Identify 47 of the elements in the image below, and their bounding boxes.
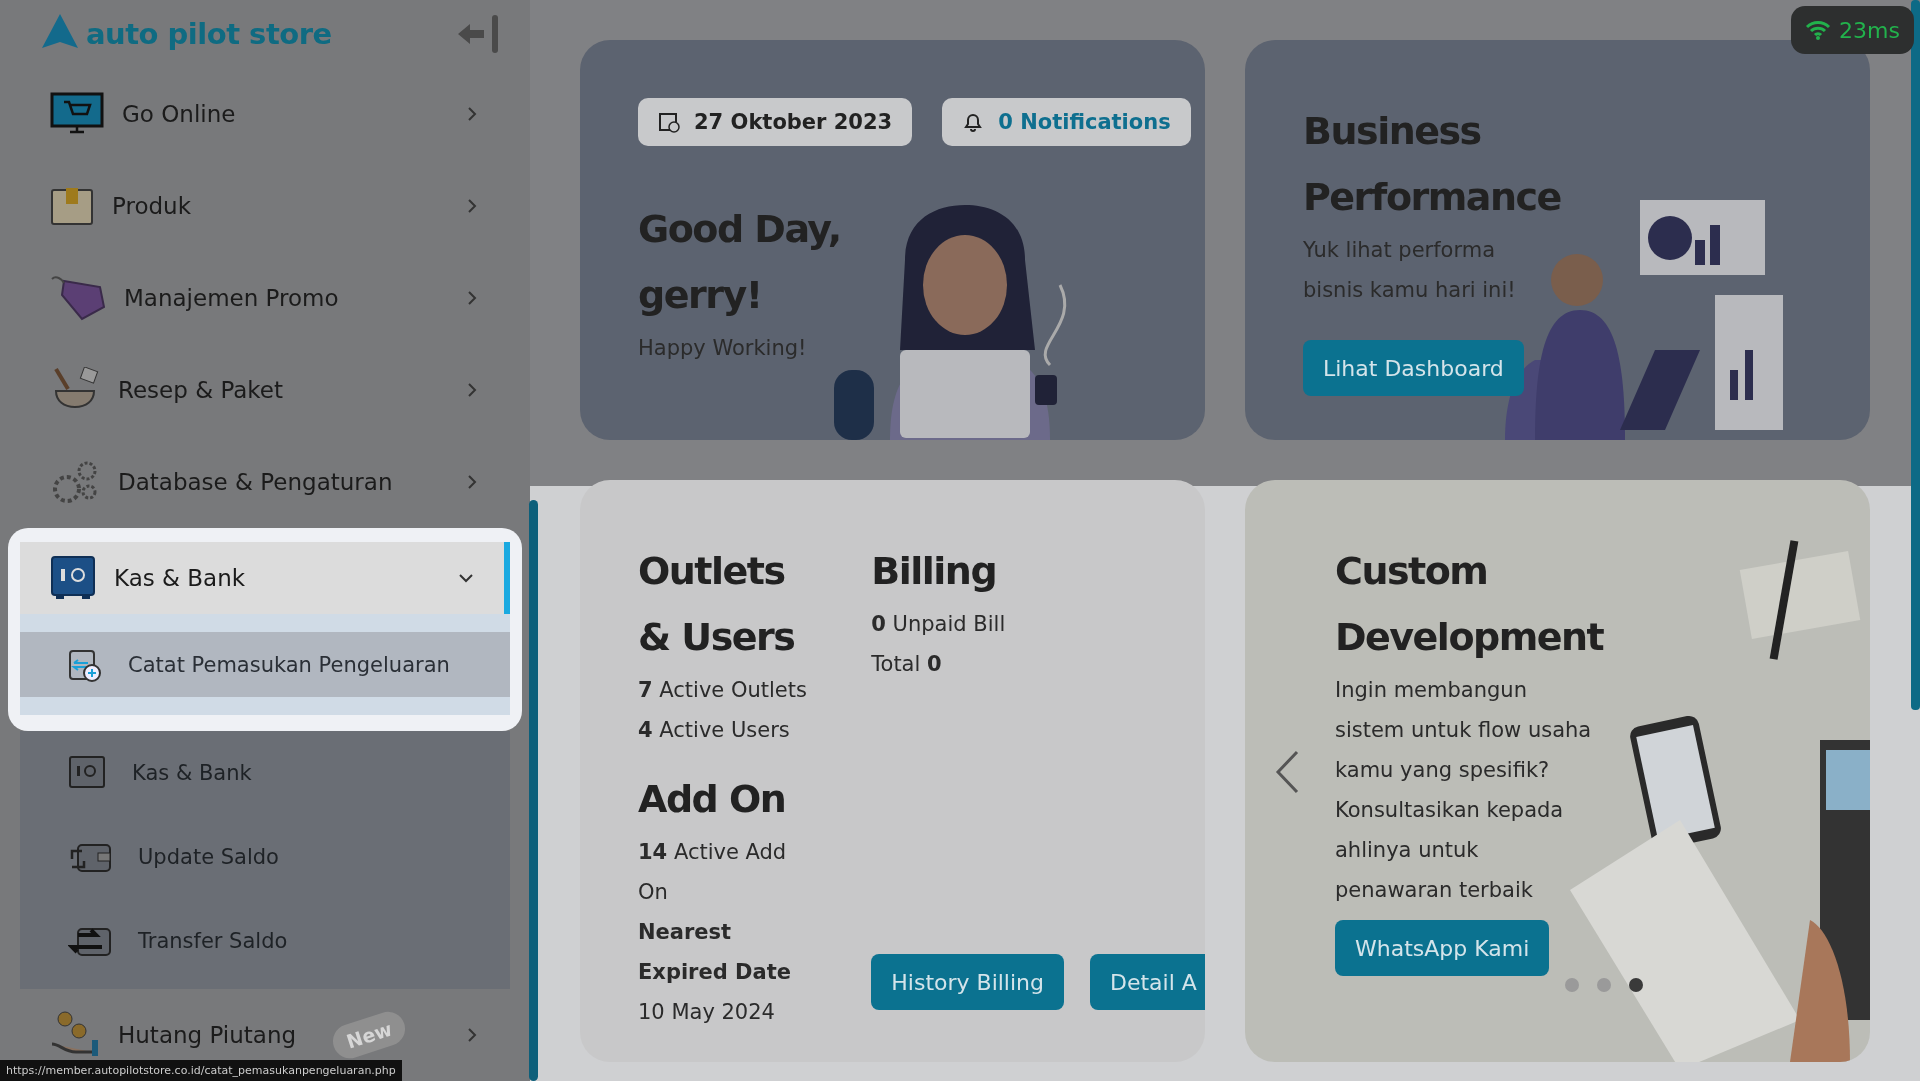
bell-icon: [962, 111, 985, 133]
carousel-dot[interactable]: [1597, 978, 1611, 992]
menu-item[interactable]: Kas & Bank: [20, 542, 510, 614]
stat-text: Nearest Expired Date: [638, 919, 792, 986]
safe-icon: [68, 755, 106, 791]
custom-title: Custom Development: [1335, 548, 1605, 661]
whatsapp-button[interactable]: WhatsApp Kami: [1335, 920, 1550, 976]
menu-item[interactable]: Resep & Paket: [20, 344, 510, 436]
submenu-item[interactable]: Catat Pemasukan Pengeluaran: [20, 632, 510, 697]
notifications-count: 0 Notifications: [998, 110, 1171, 134]
carousel-dot[interactable]: [1565, 978, 1579, 992]
monitor-cart-icon: [50, 92, 104, 136]
stat-text: 14 Active Add On: [638, 839, 788, 906]
addon-title: Add On: [638, 776, 787, 823]
wifi-icon: [1805, 19, 1832, 41]
billing-button[interactable]: History Billing: [871, 954, 1064, 1010]
scrollbar-thumb[interactable]: [529, 500, 538, 1081]
stat-text: 10 May 2024: [638, 999, 776, 1026]
latency-text: 23ms: [1839, 17, 1900, 43]
menu-item[interactable]: Manajemen Promo: [20, 252, 510, 344]
custom-text: Ingin membangun sistem untuk flow usaha kamu yang spesifik? Konsultasikan kepada ahlinya untuk penawaran terbaik: [1335, 677, 1593, 904]
performance-title: Business Performance: [1303, 108, 1562, 221]
logo-text: auto pilot store: [86, 17, 332, 51]
menu-item[interactable]: Database & Pengaturan: [20, 436, 510, 528]
outlets-title: Outlets & Users: [638, 548, 796, 661]
price-tag-icon: [50, 275, 106, 321]
box-icon: [50, 186, 94, 226]
greeting-title: Good Day, gerry!: [638, 206, 842, 319]
stat-text: Total 0: [871, 651, 943, 678]
menu-item[interactable]: Go Online: [20, 68, 510, 160]
safe-icon: [50, 555, 96, 601]
stat-text: 0 Unpaid Bill: [871, 611, 1007, 638]
stat-text: 4 Active Users: [638, 717, 791, 744]
date-text: 27 Oktober 2023: [694, 110, 893, 134]
greeting-subtitle: Happy Working!: [638, 335, 808, 362]
performance-text: Yuk lihat performa bisnis kamu hari ini!: [1303, 237, 1517, 304]
carousel-dot[interactable]: [1629, 978, 1643, 992]
menu-item[interactable]: Produk: [20, 160, 510, 252]
calendar-icon: [658, 111, 680, 133]
billing-button[interactable]: Detail A: [1090, 954, 1205, 1010]
url-tooltip: https://member.autopilotstore.co.id/catat_pemasukanpengeluaran.php: [0, 1060, 402, 1081]
notifications-chip[interactable]: 0 Notifications: [942, 98, 1191, 146]
collapse-sidebar-icon[interactable]: [456, 13, 500, 55]
stat-text: 7 Active Outlets: [638, 677, 808, 704]
dashboard-button[interactable]: Lihat Dashboard: [1303, 340, 1524, 396]
billing-title: Billing: [871, 548, 998, 595]
page-scrollbar[interactable]: [1911, 0, 1920, 710]
